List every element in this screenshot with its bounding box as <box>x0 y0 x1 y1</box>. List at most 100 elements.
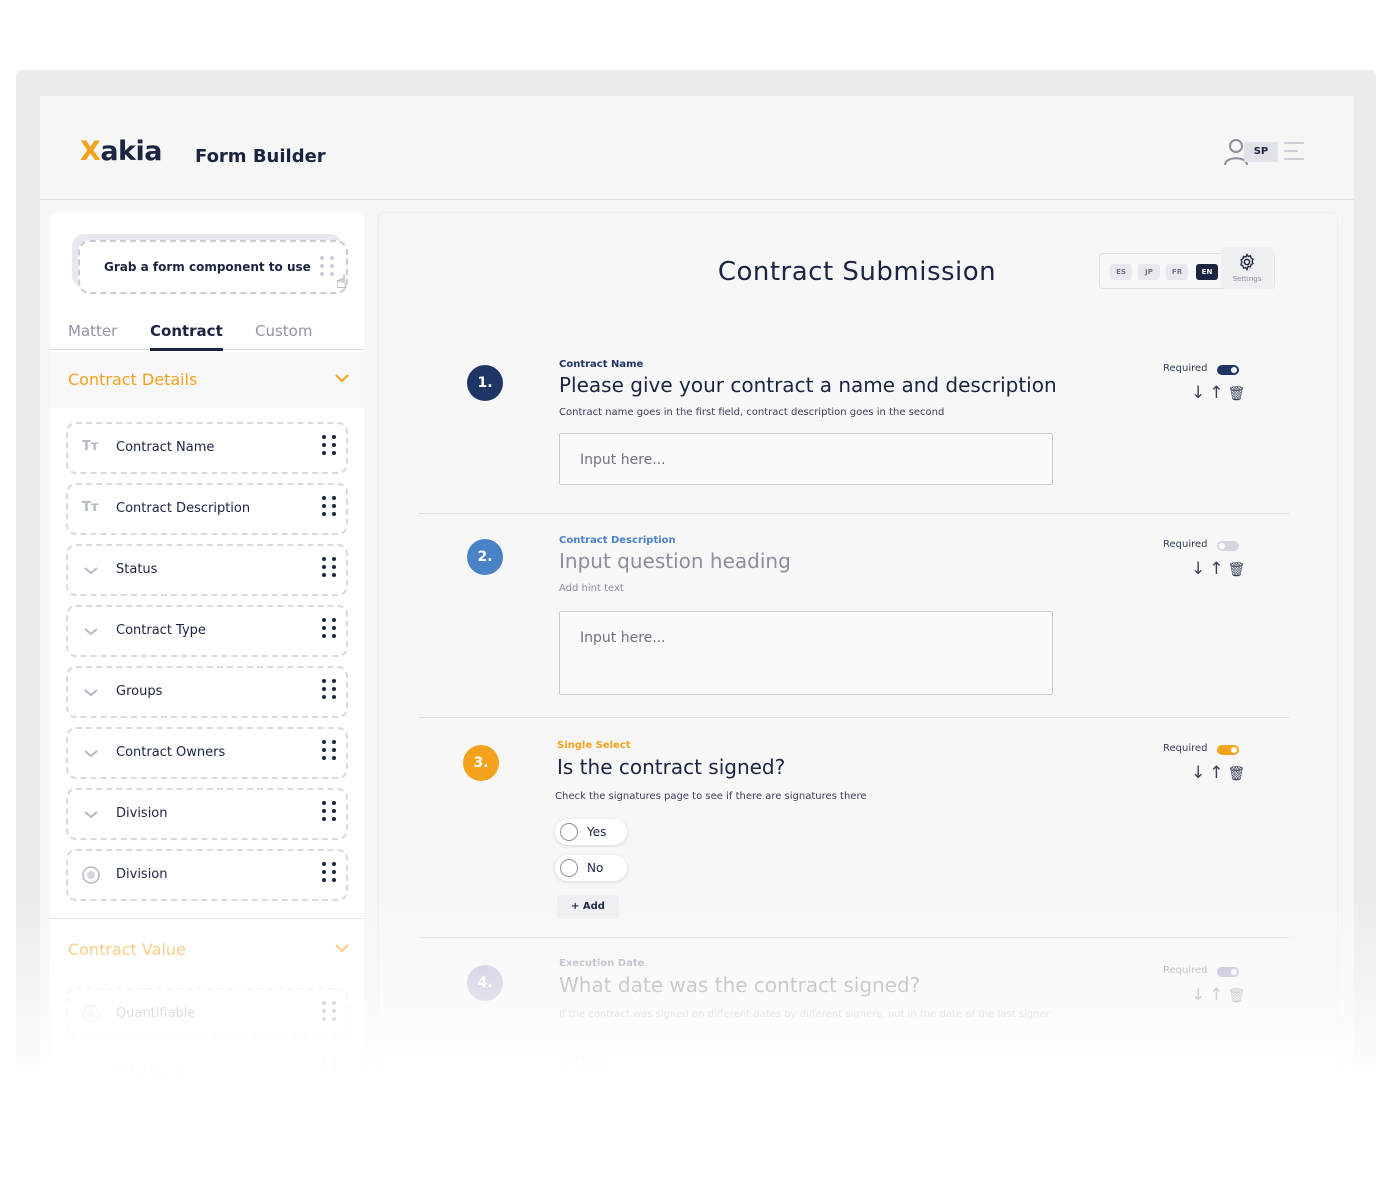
question-actions: ↓↑🗑 <box>1191 763 1249 783</box>
option-label: No <box>587 861 604 875</box>
move-down-icon[interactable]: ↓ <box>1191 763 1209 783</box>
hand-cursor-icon: ☝ <box>336 272 347 293</box>
question-number-badge: 2. <box>467 539 503 575</box>
component-label: Contract Type <box>116 623 206 638</box>
delete-icon[interactable]: 🗑 <box>1228 562 1250 578</box>
drag-handle-icon[interactable] <box>322 1001 336 1021</box>
component-status[interactable]: Status <box>66 544 348 596</box>
question-hint[interactable]: If the contract was signed on different … <box>559 1009 1050 1020</box>
grab-component-hint[interactable]: Grab a form component to use ☝ <box>78 240 348 294</box>
logo-mark: X <box>80 136 101 167</box>
chevron-down-icon[interactable] <box>334 370 350 386</box>
text-input-field[interactable]: Input here... <box>559 433 1053 485</box>
move-down-icon[interactable]: ↓ <box>1191 383 1209 403</box>
settings-button[interactable]: Settings <box>1221 247 1273 289</box>
question-hint[interactable]: Contract name goes in the first field, c… <box>559 407 944 418</box>
component-division-radio[interactable]: Division <box>66 849 348 901</box>
question-number-badge: 3. <box>463 745 499 781</box>
required-toggle[interactable] <box>1217 365 1239 375</box>
delete-icon[interactable]: 🗑 <box>1228 766 1250 782</box>
question-type-label: Execution Date <box>559 958 645 969</box>
move-up-icon[interactable]: ↑ <box>1209 559 1227 579</box>
number-icon: # <box>82 1065 93 1080</box>
question-heading[interactable]: Input question heading <box>559 549 791 573</box>
settings-label: Settings <box>1232 275 1262 283</box>
calendar-icon: ▭ <box>559 1055 572 1070</box>
question-actions: ↓↑🗑 <box>1191 985 1249 1005</box>
move-up-icon[interactable]: ↑ <box>1209 383 1227 403</box>
move-up-icon[interactable]: ↑ <box>1209 985 1227 1005</box>
delete-icon[interactable]: 🗑 <box>1228 386 1250 402</box>
user-initials-badge[interactable]: SP <box>1244 142 1278 162</box>
drag-handle-icon[interactable] <box>322 862 336 882</box>
drag-handle-icon[interactable] <box>322 801 336 821</box>
user-menu[interactable]: SP <box>1224 136 1314 168</box>
lang-en[interactable]: EN <box>1196 264 1218 280</box>
radio-icon[interactable] <box>560 859 578 877</box>
question-hint[interactable]: Check the signatures page to see if ther… <box>555 791 867 802</box>
delete-icon[interactable]: 🗑 <box>1228 988 1250 1004</box>
tab-contract[interactable]: Contract <box>150 322 223 351</box>
component-contract-description[interactable]: Tт Contract Description <box>66 483 348 535</box>
move-up-icon[interactable]: ↑ <box>1209 763 1227 783</box>
drag-handle-icon[interactable] <box>322 740 336 760</box>
option-label: Yes <box>587 825 607 839</box>
drag-handle-icon[interactable] <box>322 618 336 638</box>
drag-handle-icon[interactable] <box>322 435 336 455</box>
add-option-button[interactable]: + Add <box>557 895 619 919</box>
grab-label: Grab a form component to use <box>104 260 311 274</box>
option-yes[interactable]: Yes <box>555 819 627 845</box>
component-label: Status <box>116 562 158 577</box>
hamburger-menu-icon[interactable] <box>1284 142 1304 162</box>
move-down-icon[interactable]: ↓ <box>1191 559 1209 579</box>
gear-icon <box>1240 253 1254 271</box>
section-contract-value[interactable]: Contract Value <box>50 922 364 978</box>
component-label: Division <box>116 867 168 882</box>
move-down-icon[interactable]: ↓ <box>1191 985 1209 1005</box>
drag-handle-icon[interactable] <box>322 496 336 516</box>
xakia-logo[interactable]: Xakia <box>80 136 162 167</box>
question-heading[interactable]: What date was the contract signed? <box>559 973 920 997</box>
drag-handle-icon[interactable] <box>322 557 336 577</box>
textarea-field[interactable]: Input here... <box>559 611 1053 695</box>
tab-matter[interactable]: Matter <box>68 322 117 340</box>
component-label: Quantifiable <box>116 1006 196 1021</box>
lang-es[interactable]: ES <box>1110 264 1132 280</box>
question-type-label: Single Select <box>557 740 631 751</box>
required-label: Required <box>1163 539 1208 550</box>
component-quantifiable[interactable]: Quantifiable <box>66 988 348 1040</box>
question-heading[interactable]: Please give your contract a name and des… <box>559 373 1057 397</box>
drag-handle-icon[interactable] <box>322 679 336 699</box>
component-contract-name[interactable]: Tт Contract Name <box>66 422 348 474</box>
text-type-icon: Tт <box>82 439 99 454</box>
app-header: Xakia Form Builder SP <box>40 96 1354 200</box>
question-hint[interactable]: Add hint text <box>559 583 624 594</box>
chevron-down-icon <box>84 811 98 819</box>
component-division-select[interactable]: Division <box>66 788 348 840</box>
option-no[interactable]: No <box>555 855 627 881</box>
drag-handle-icon[interactable] <box>322 1061 336 1081</box>
input-placeholder: Input here... <box>580 452 666 468</box>
app-title: Form Builder <box>195 146 326 167</box>
required-toggle[interactable] <box>1217 967 1239 977</box>
date-input-field[interactable]: ▭ Date <box>559 1055 607 1070</box>
app-window: Xakia Form Builder SP Grab a form compon… <box>40 96 1354 1096</box>
radio-icon <box>82 1005 100 1023</box>
component-total-value[interactable]: # Total Value <box>66 1048 348 1092</box>
component-label: Contract Name <box>116 440 215 455</box>
section-contract-details[interactable]: Contract Details <box>50 352 364 408</box>
component-label: Division <box>116 806 168 821</box>
question-heading[interactable]: Is the contract signed? <box>557 755 785 779</box>
lang-fr[interactable]: FR <box>1166 264 1188 280</box>
tab-custom[interactable]: Custom <box>255 322 312 340</box>
chevron-down-icon[interactable] <box>334 940 350 956</box>
component-contract-type[interactable]: Contract Type <box>66 605 348 657</box>
lang-jp[interactable]: JP <box>1138 264 1160 280</box>
required-toggle[interactable] <box>1217 541 1239 551</box>
required-toggle[interactable] <box>1217 745 1239 755</box>
component-label: Groups <box>116 684 163 699</box>
radio-icon[interactable] <box>560 823 578 841</box>
component-contract-owners[interactable]: Contract Owners <box>66 727 348 779</box>
component-groups[interactable]: Groups <box>66 666 348 718</box>
drag-handle-icon[interactable] <box>320 256 334 276</box>
